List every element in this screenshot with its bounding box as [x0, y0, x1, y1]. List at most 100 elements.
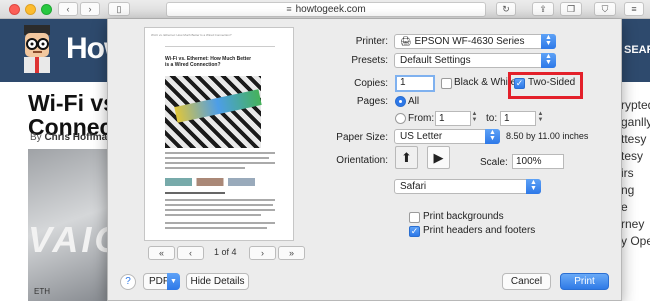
- right-column-text: rypted ganlly ttesy tesy irs ng e rney y…: [621, 97, 650, 250]
- next-page-button[interactable]: ›: [249, 246, 276, 260]
- pages-range-radio[interactable]: [395, 113, 406, 124]
- section-select[interactable]: Safari ▲ ▼: [394, 179, 541, 194]
- close-window-button[interactable]: [9, 4, 20, 15]
- preview-rule: [165, 46, 275, 47]
- print-backgrounds-checkbox[interactable]: [409, 212, 420, 223]
- paper-size-value: US Letter: [400, 131, 443, 142]
- checkmark-icon: ✓: [410, 226, 419, 236]
- preview-text-line: [165, 167, 245, 169]
- tabs-icon: ❐: [566, 4, 576, 14]
- to-label: to:: [486, 113, 498, 124]
- preview-cable-image: [165, 76, 261, 148]
- pages-label: Pages:: [356, 96, 388, 107]
- last-page-button[interactable]: »: [278, 246, 305, 260]
- to-stepper[interactable]: ▲ ▼: [536, 111, 545, 126]
- scale-field[interactable]: 100%: [512, 154, 564, 169]
- site-search-label[interactable]: SEARC: [624, 44, 650, 56]
- author-link[interactable]: Chris Hoffman: [44, 132, 113, 143]
- pdf-label: PDF: [149, 276, 169, 287]
- preview-text-line: [165, 227, 267, 229]
- cancel-button[interactable]: Cancel: [502, 273, 551, 290]
- back-button[interactable]: ‹: [58, 2, 78, 16]
- checkmark-icon: ✓: [515, 78, 524, 88]
- first-page-icon: «: [158, 248, 164, 258]
- previous-page-button[interactable]: ‹: [177, 246, 204, 260]
- right-line: tesy: [621, 149, 644, 163]
- preview-text-line: [165, 152, 275, 154]
- from-stepper[interactable]: ▲ ▼: [470, 111, 479, 126]
- black-white-checkbox[interactable]: [441, 78, 452, 89]
- printer-value: EPSON WF-4630 Series: [414, 36, 525, 47]
- right-line: rney: [621, 217, 645, 231]
- copies-label: Copies:: [354, 78, 388, 89]
- right-line: irs: [621, 166, 634, 180]
- help-button[interactable]: ?: [120, 274, 136, 290]
- shield-icon: ⛉: [601, 4, 609, 14]
- share-button[interactable]: ⇪: [532, 2, 554, 16]
- right-line: ganlly: [621, 115, 650, 129]
- to-field[interactable]: 1: [500, 111, 536, 126]
- tabs-button[interactable]: ❐: [560, 2, 582, 16]
- page-indicator: 1 of 4: [214, 247, 237, 257]
- select-arrows-icon: ▲ ▼: [485, 129, 500, 144]
- refresh-icon: ↻: [502, 4, 510, 14]
- zoom-window-button[interactable]: [41, 4, 52, 15]
- copies-field[interactable]: 1: [395, 75, 435, 92]
- presets-select[interactable]: Default Settings ▲ ▼: [394, 53, 556, 68]
- address-bar[interactable]: ≡ howtogeek.com: [166, 2, 486, 17]
- landscape-icon: ▶: [433, 150, 444, 165]
- paper-size-select[interactable]: US Letter ▲ ▼: [394, 129, 500, 144]
- preview-text-line: [165, 214, 261, 216]
- pdf-menu-button[interactable]: PDF ▼: [143, 273, 180, 290]
- byline: By Chris Hoffman: [30, 132, 113, 143]
- print-button[interactable]: Print: [560, 273, 609, 290]
- pages-all-radio[interactable]: [395, 96, 406, 107]
- portrait-icon: ⬆: [401, 150, 412, 165]
- presets-label: Presets:: [351, 55, 388, 66]
- preview-text-line: [165, 199, 275, 201]
- print-headers-label: Print headers and footers: [423, 225, 536, 236]
- geek-mascot-icon: [24, 25, 50, 73]
- refresh-button[interactable]: ↻: [496, 2, 516, 16]
- pages-all-label: All: [408, 96, 420, 107]
- two-sided-label: Two-Sided: [528, 77, 576, 88]
- reader-icon: ≡: [286, 4, 292, 14]
- preview-text-line: [165, 222, 275, 224]
- black-white-label: Black & White: [454, 77, 517, 88]
- print-preview: Wi-Fi vs. Ethernet: How Much Better Is a…: [144, 27, 294, 241]
- previous-page-icon: ‹: [189, 248, 192, 258]
- forward-button[interactable]: ›: [80, 2, 100, 16]
- browser-toolbar: ‹ › ▯ ≡ howtogeek.com ↻ ⇪ ❐ ⛉ ≡: [0, 0, 650, 19]
- printer-select[interactable]: 🖨 EPSON WF-4630 Series ▲ ▼: [394, 34, 556, 49]
- select-arrows-icon: ▲ ▼: [541, 34, 556, 49]
- extension-button[interactable]: ⛉: [594, 2, 616, 16]
- menu-button[interactable]: ≡: [624, 2, 644, 16]
- right-line: rypted: [621, 98, 650, 112]
- minimize-window-button[interactable]: [25, 4, 36, 15]
- two-sided-checkbox[interactable]: ✓: [514, 78, 525, 89]
- landscape-orientation-button[interactable]: ▶: [427, 146, 450, 169]
- from-label: From:: [408, 113, 435, 124]
- last-page-icon: »: [288, 248, 294, 258]
- share-icon: ⇪: [539, 4, 547, 14]
- select-arrows-icon: ▲ ▼: [526, 179, 541, 194]
- print-backgrounds-label: Print backgrounds: [423, 211, 504, 222]
- printer-icon: 🖨: [400, 36, 412, 46]
- preview-title: Wi-Fi vs. Ethernet: How Much Better is a…: [165, 56, 252, 68]
- sidebar-button[interactable]: ▯: [108, 2, 130, 16]
- print-dialog: Wi-Fi vs. Ethernet: How Much Better Is a…: [107, 19, 622, 301]
- preview-header: Wi-Fi vs. Ethernet: How Much Better Is a…: [151, 33, 232, 37]
- right-line: y Ope: [621, 234, 650, 248]
- hide-details-button[interactable]: Hide Details: [186, 273, 249, 290]
- from-field[interactable]: 1: [435, 111, 471, 126]
- next-page-icon: ›: [261, 248, 264, 258]
- print-headers-checkbox[interactable]: ✓: [409, 226, 420, 237]
- portrait-orientation-button[interactable]: ⬆: [395, 146, 418, 169]
- forward-icon: ›: [88, 4, 92, 14]
- scale-label: Scale:: [480, 157, 508, 168]
- first-page-button[interactable]: «: [148, 246, 175, 260]
- port-label: ETH: [34, 287, 50, 296]
- sidebar-icon: ▯: [116, 4, 122, 14]
- preview-text-line: [165, 204, 273, 206]
- preview-text-line: [165, 192, 225, 194]
